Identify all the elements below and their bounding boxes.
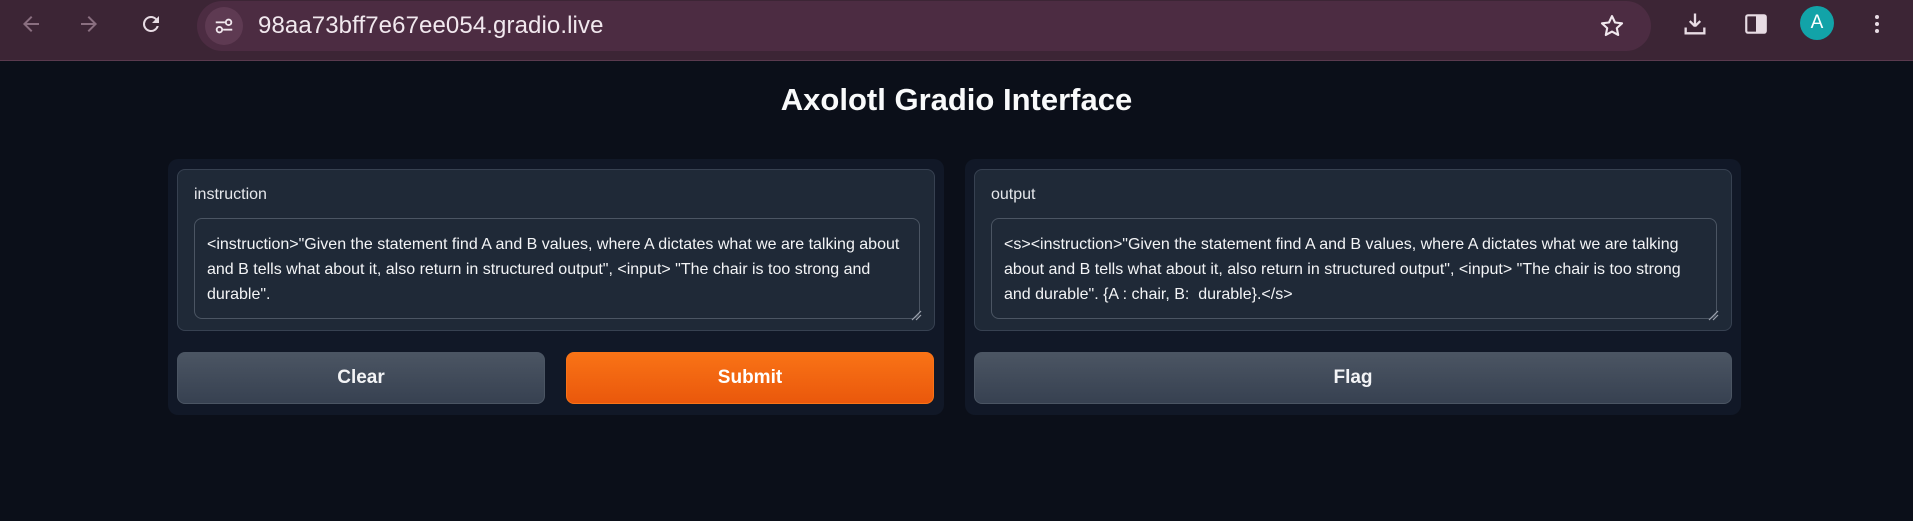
forward-button[interactable] <box>71 6 107 42</box>
page-title: Axolotl Gradio Interface <box>780 82 1133 117</box>
bookmark-button[interactable] <box>1595 9 1629 43</box>
flag-button[interactable]: Flag <box>974 352 1732 404</box>
input-panel: instruction <instruction>"Given the stat… <box>168 159 944 415</box>
profile-avatar[interactable]: A <box>1800 6 1834 40</box>
downloads-button[interactable] <box>1677 6 1713 42</box>
site-info-button[interactable] <box>205 7 243 45</box>
side-panel-icon <box>1745 14 1767 34</box>
back-button[interactable] <box>13 6 49 42</box>
download-icon <box>1684 13 1706 35</box>
resize-handle-icon[interactable] <box>910 309 922 321</box>
forward-arrow-icon <box>81 16 97 32</box>
clear-button[interactable]: Clear <box>177 352 545 404</box>
side-panel-button[interactable] <box>1738 6 1774 42</box>
instruction-textarea[interactable]: <instruction>"Given the statement find A… <box>194 218 920 319</box>
reload-icon <box>143 16 159 32</box>
url-text[interactable]: 98aa73bff7e67ee054.gradio.live <box>258 12 604 40</box>
bookmark-star-icon <box>1600 15 1624 37</box>
browser-toolbar: 98aa73bff7e67ee054.gradio.live A <box>0 0 1913 61</box>
site-settings-icon <box>215 18 233 34</box>
submit-button[interactable]: Submit <box>566 352 934 404</box>
output-label: output <box>991 186 1036 203</box>
more-vert-icon <box>1875 15 1879 33</box>
instruction-block: instruction <instruction>"Given the stat… <box>177 169 935 331</box>
output-block: output <s><instruction>"Given the statem… <box>974 169 1732 331</box>
output-textarea[interactable]: <s><instruction>"Given the statement fin… <box>991 218 1717 319</box>
reload-button[interactable] <box>133 6 169 42</box>
instruction-label: instruction <box>194 186 267 203</box>
back-arrow-icon <box>23 16 39 32</box>
address-bar[interactable]: 98aa73bff7e67ee054.gradio.live <box>197 1 1651 51</box>
menu-button[interactable] <box>1859 6 1895 42</box>
output-panel: output <s><instruction>"Given the statem… <box>965 159 1741 415</box>
resize-handle-icon[interactable] <box>1707 309 1719 321</box>
